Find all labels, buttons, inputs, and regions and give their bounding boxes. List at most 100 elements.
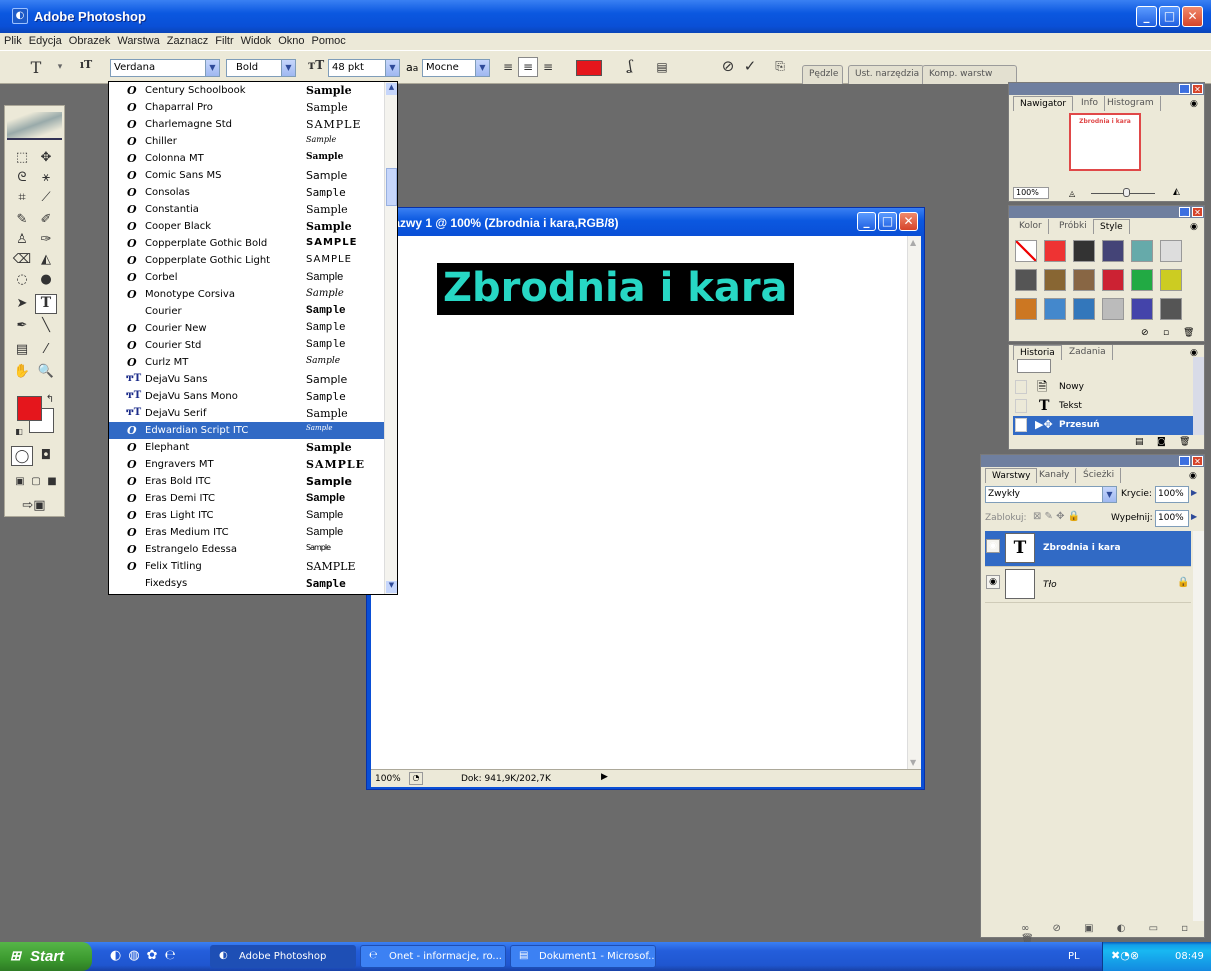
tab-styles[interactable]: Style [1093,219,1130,234]
layers-menu-icon[interactable]: ◉ [1189,471,1197,481]
antialias-select[interactable]: Mocne ▼ [422,59,490,77]
menu-plik[interactable]: Plik [0,33,25,47]
well-tab-tool-presets[interactable]: Ust. narzędzia [848,65,925,84]
eye-icon[interactable]: ◉ [986,539,1000,553]
font-list-scrollbar[interactable]: ▲ ▼ [384,82,397,594]
navigator-minimize-icon[interactable]: _ [1179,84,1190,94]
font-list-item[interactable]: O Cooper Black Sample [109,218,384,235]
preset-dropdown-arrow-icon[interactable]: ▾ [50,57,70,77]
font-list-item[interactable]: O Eras Demi ITC Sample [109,490,384,507]
history-snapshot-icon[interactable]: ◙ [1157,437,1166,447]
font-list-item[interactable]: ͳT DejaVu Sans Sample [109,371,384,388]
menu-edycja[interactable]: Edycja [25,33,65,47]
quick-launch-icons[interactable]: ◐◍✿℮ [110,948,183,963]
close-button[interactable]: ✕ [1182,6,1203,27]
menu-obrazek[interactable]: Obrazek [65,33,114,47]
zoom-tool-icon[interactable]: 🔍 [35,362,57,382]
font-style-select[interactable]: Bold ▼ [226,59,296,77]
font-list-item[interactable]: O Monotype Corsiva Sample [109,286,384,303]
style-swatch[interactable] [1131,269,1153,291]
style-swatch[interactable] [1131,240,1153,262]
font-family-select[interactable]: Verdana ▼ [110,59,220,77]
tab-history[interactable]: Historia [1013,345,1062,360]
opacity-arrow-icon[interactable]: ▶ [1191,488,1197,497]
font-list-item[interactable]: Courier Sample [109,303,384,320]
scroll-down-arrow-icon[interactable]: ▼ [910,758,916,767]
layers-close-icon[interactable]: ✕ [1192,456,1203,466]
menu-pomoc[interactable]: Pomoc [307,33,348,47]
status-menu-icon[interactable]: ◔ [409,772,423,785]
font-list-item[interactable]: O Eras Bold ITC Sample [109,473,384,490]
font-list-item[interactable]: O Consolas Sample [109,184,384,201]
tab-actions[interactable]: Zadania [1063,345,1113,360]
style-swatch[interactable] [1044,240,1066,262]
font-list-item[interactable]: O Comic Sans MS Sample [109,167,384,184]
font-scroll-down-icon[interactable]: ▼ [386,581,397,593]
styles-minimize-icon[interactable]: _ [1179,207,1190,217]
style-swatch[interactable] [1015,240,1037,262]
style-swatch[interactable] [1102,269,1124,291]
warp-text-icon[interactable]: ʆ [620,57,640,77]
font-list-item[interactable]: O Courier Std Sample [109,337,384,354]
swap-colors-icon[interactable]: ↰ [43,390,57,410]
doc-close-button[interactable]: ✕ [899,212,918,231]
fill-field[interactable]: 100% [1155,510,1189,527]
style-swatch[interactable] [1073,298,1095,320]
menu-widok[interactable]: Widok [237,33,275,47]
lasso-tool-icon[interactable]: ᘓ [11,168,33,188]
fill-arrow-icon[interactable]: ▶ [1191,512,1197,521]
font-list-item[interactable]: O Chaparral Pro Sample [109,99,384,116]
status-arrow-icon[interactable]: ▶ [601,772,608,782]
history-trash-icon[interactable]: 🗑 [1179,437,1190,447]
quick-mask-mode-icon[interactable]: ◘ [35,446,57,466]
gradient-tool-icon[interactable]: ◭ [35,250,57,270]
style-swatch[interactable] [1015,298,1037,320]
font-list-item[interactable]: O Eras Medium ITC Sample [109,524,384,541]
layer-row[interactable]: ◉ Tło 🔒 [985,567,1191,603]
well-tab-layer-comps[interactable]: Komp. warstw [922,65,1017,84]
tab-layers[interactable]: Warstwy [985,468,1038,483]
text-orientation-icon[interactable]: ıT [76,57,96,77]
layer-name[interactable]: Zbrodnia i kara [1043,543,1121,553]
history-new-document-icon[interactable]: ▤ [1135,437,1144,447]
font-list-item[interactable]: O Estrangelo Edessa Sample [109,541,384,558]
maximize-button[interactable]: □ [1159,6,1180,27]
task-word[interactable]: ▤ Dokument1 - Microsof... [510,945,656,968]
font-size-dropdown-icon[interactable]: ▼ [385,60,399,76]
dodge-tool-icon[interactable]: ● [35,270,57,290]
style-swatch[interactable] [1160,240,1182,262]
blend-mode-select[interactable]: Zwykły ▼ [985,486,1117,503]
doc-maximize-button[interactable]: □ [878,212,897,231]
blend-mode-dropdown-icon[interactable]: ▼ [1102,487,1116,502]
font-list-item[interactable]: O Charlemagne Std SAMPLE [109,116,384,133]
history-item[interactable]: T Tekst [1013,397,1199,416]
layers-minimize-icon[interactable]: _ [1179,456,1190,466]
style-swatch[interactable] [1015,269,1037,291]
font-list-item[interactable]: O Century Schoolbook Sample [109,82,384,99]
zoom-in-icon[interactable]: ◭ [1173,187,1180,197]
font-size-select[interactable]: 48 pkt ▼ [328,59,400,77]
doc-minimize-button[interactable]: _ [857,212,876,231]
style-swatch[interactable] [1102,298,1124,320]
tab-paths[interactable]: Ścieżki [1077,468,1122,483]
font-list-item[interactable]: O Chiller Sample [109,133,384,150]
slice-tool-icon[interactable]: ⟋ [35,188,57,208]
font-style-dropdown-icon[interactable]: ▼ [281,60,295,76]
palettes-toggle-icon[interactable]: ▤ [652,57,672,77]
clone-stamp-tool-icon[interactable]: ♙ [11,230,33,250]
font-list-item[interactable]: O Copperplate Gothic Light SAMPLE [109,252,384,269]
doc-zoom-level[interactable]: 100% [375,774,401,784]
opacity-field[interactable]: 100% [1155,486,1189,503]
font-list-item[interactable]: ͳT DejaVu Serif Sample [109,405,384,422]
style-swatch[interactable] [1073,269,1095,291]
align-center-icon[interactable]: ≡ [518,57,538,77]
blur-tool-icon[interactable]: ◌ [11,270,33,290]
well-tab-brushes[interactable]: Pędzle [802,65,844,84]
minimize-button[interactable]: _ [1136,6,1157,27]
doc-vertical-scrollbar[interactable]: ▲ ▼ [907,236,921,769]
move-tool-icon[interactable]: ✥ [35,148,57,168]
styles-close-icon[interactable]: ✕ [1192,207,1203,217]
brush-tool-icon[interactable]: ✐ [35,210,57,230]
navigator-menu-icon[interactable]: ◉ [1190,99,1198,109]
font-list-item[interactable]: Fixedsys Sample [109,575,384,592]
